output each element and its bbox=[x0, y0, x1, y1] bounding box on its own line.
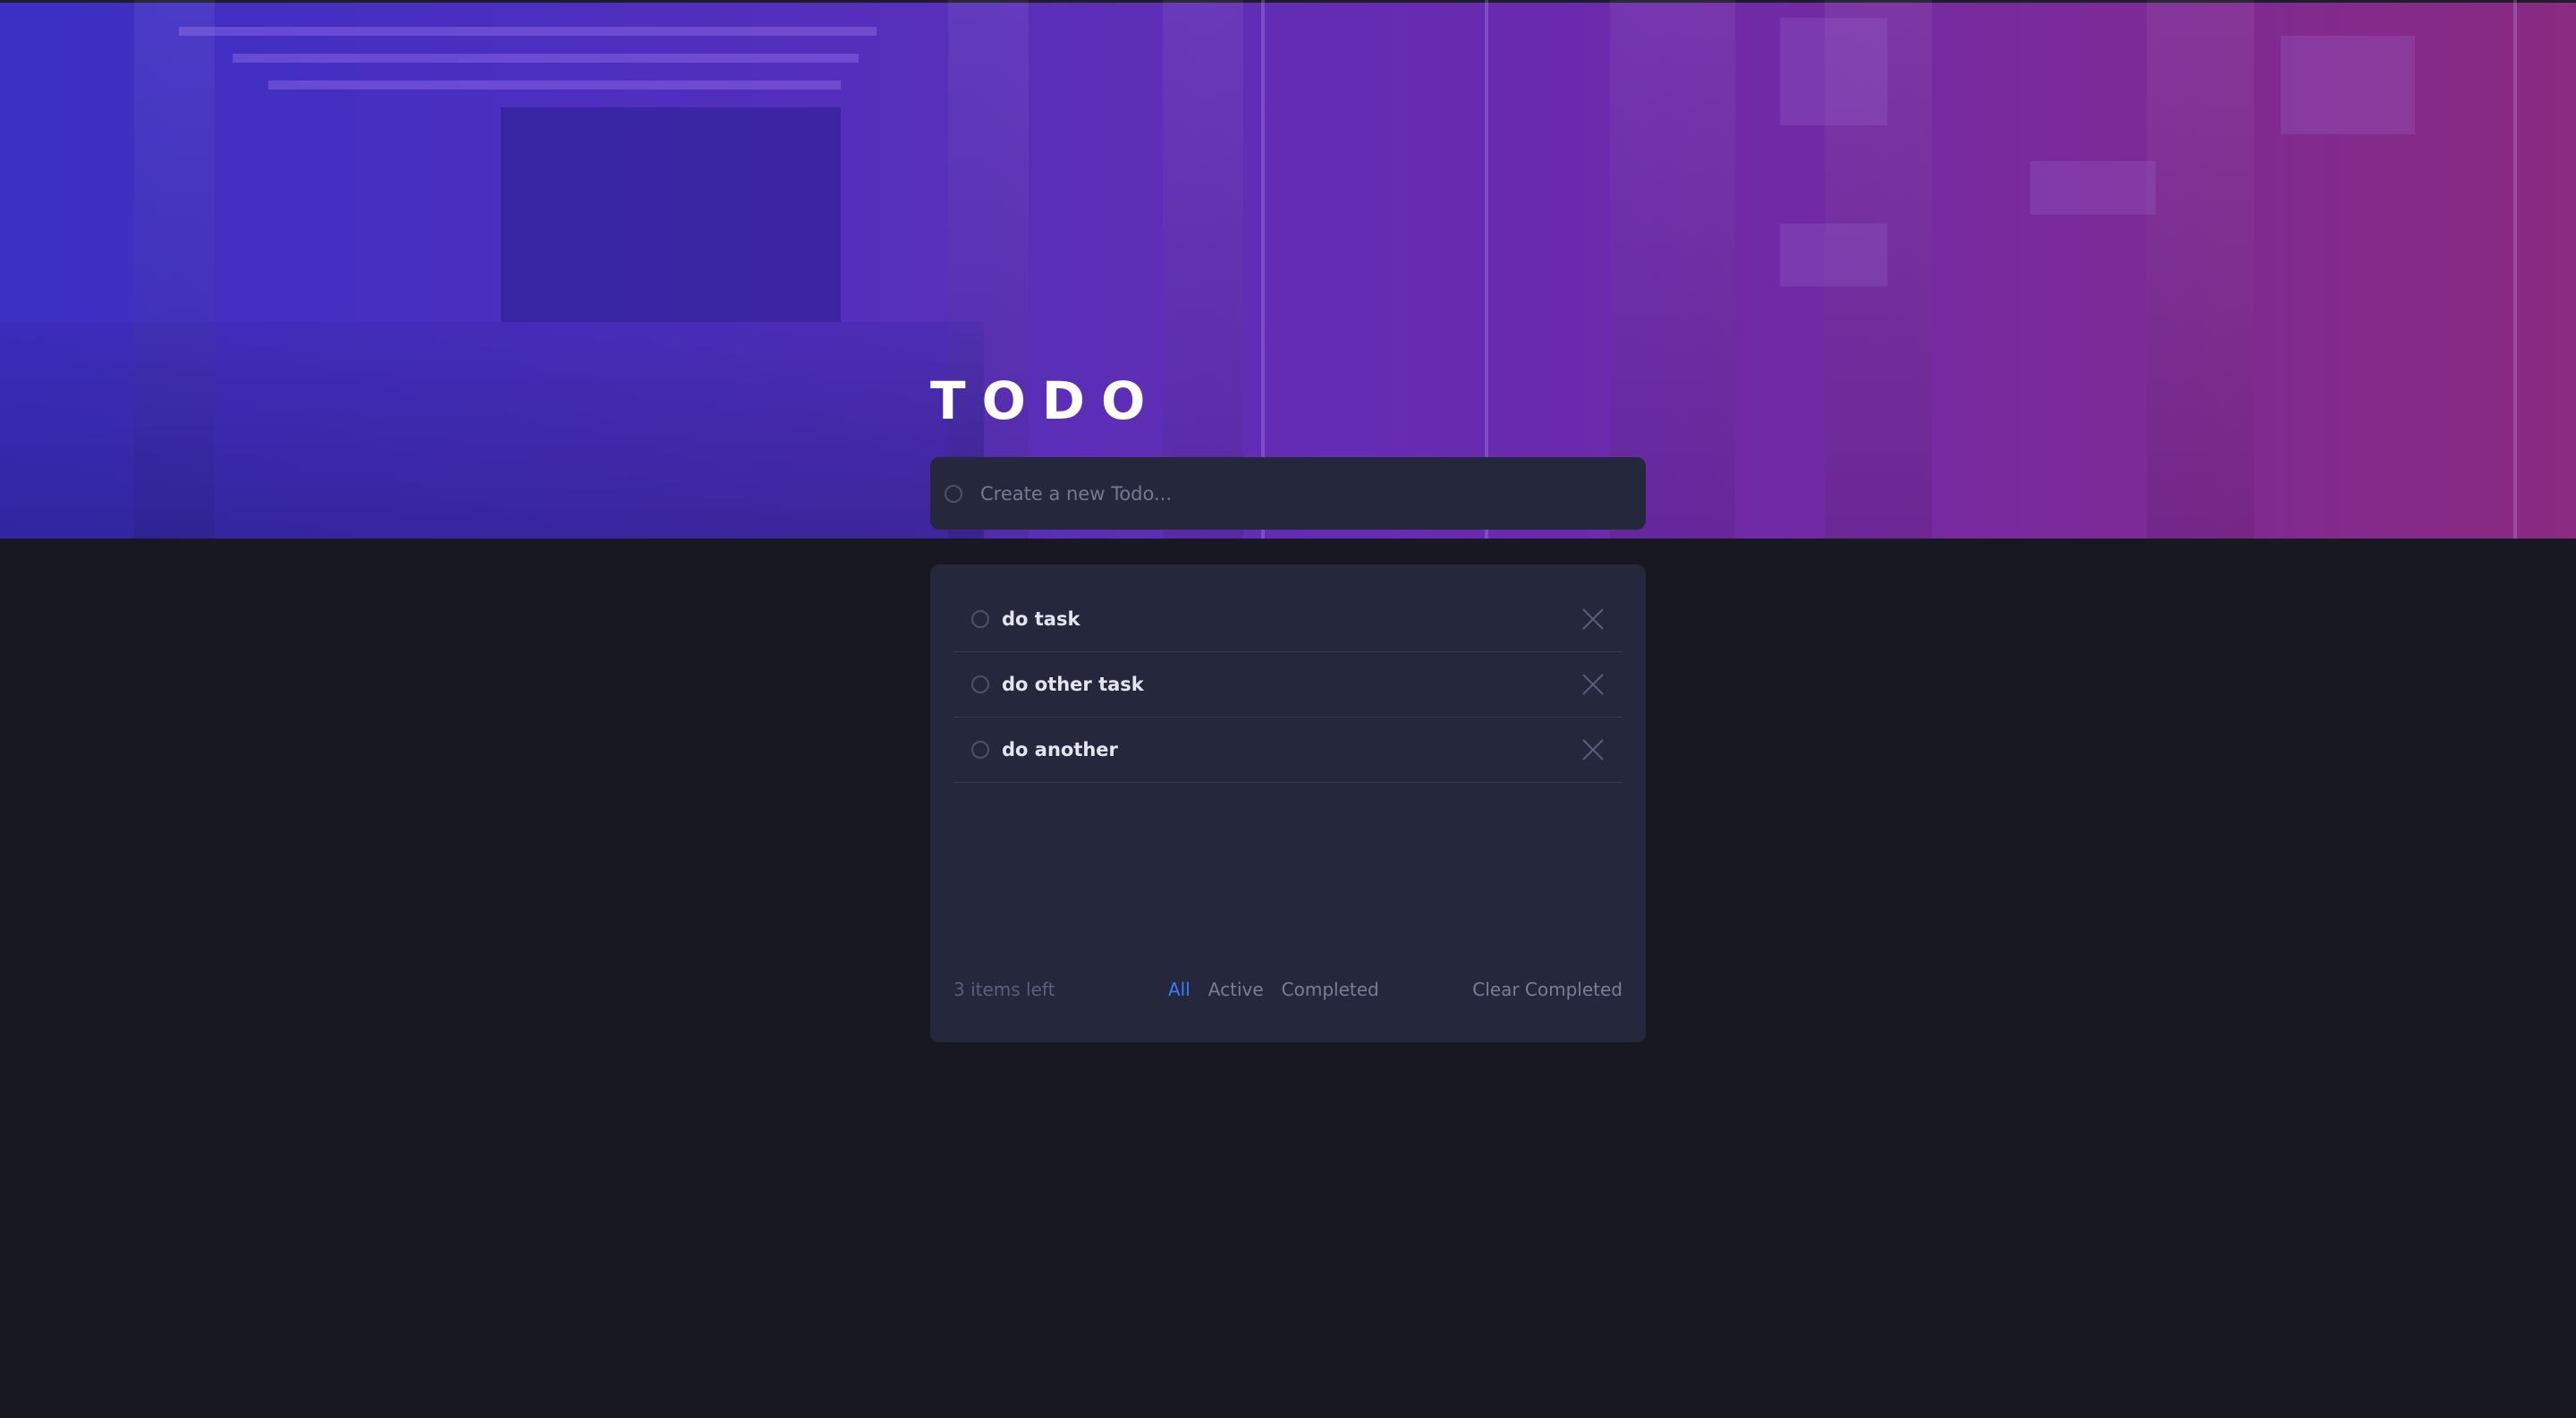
hero-window bbox=[2030, 161, 2156, 215]
hero-pillar bbox=[134, 0, 215, 539]
delete-button[interactable] bbox=[1580, 736, 1606, 763]
todo-text: do another bbox=[1002, 739, 1118, 760]
circle-check-icon[interactable] bbox=[945, 484, 962, 503]
todo-text: do task bbox=[1002, 608, 1080, 630]
hero-beam bbox=[179, 27, 877, 36]
todo-item[interactable]: do another bbox=[953, 717, 1623, 783]
todo-item[interactable]: do other task bbox=[953, 652, 1623, 717]
cross-icon bbox=[1582, 739, 1604, 760]
items-left-count: 3 items left bbox=[953, 979, 1055, 1000]
hero-window bbox=[2281, 36, 2415, 134]
cross-icon bbox=[1582, 674, 1604, 695]
circle-check-icon[interactable] bbox=[971, 610, 989, 628]
filter-all[interactable]: All bbox=[1168, 979, 1191, 1000]
delete-button[interactable] bbox=[1580, 671, 1606, 698]
hero-window bbox=[1780, 18, 1887, 125]
hero-pillar bbox=[2147, 0, 2254, 539]
todo-footer: 3 items left All Active Completed Clear … bbox=[953, 976, 1623, 1003]
filter-completed[interactable]: Completed bbox=[1282, 979, 1379, 1000]
page-title: TODO bbox=[930, 370, 1162, 431]
new-todo-input[interactable] bbox=[979, 481, 1646, 505]
clear-completed-button[interactable]: Clear Completed bbox=[1472, 979, 1623, 1000]
filter-active[interactable]: Active bbox=[1208, 979, 1264, 1000]
hero-window bbox=[1780, 224, 1887, 286]
todo-list: do task do other task do another bbox=[953, 587, 1623, 783]
todo-item[interactable]: do task bbox=[953, 587, 1623, 652]
circle-check-icon[interactable] bbox=[971, 675, 989, 693]
filter-group: All Active Completed bbox=[1168, 979, 1379, 1000]
hero-beam bbox=[268, 81, 841, 89]
todo-text: do other task bbox=[1002, 674, 1144, 695]
cross-icon bbox=[1582, 608, 1604, 630]
circle-check-icon[interactable] bbox=[971, 741, 989, 759]
hero-column-line bbox=[2513, 0, 2517, 539]
todo-list-card: do task do other task do another 3 items… bbox=[930, 565, 1646, 1042]
hero-beam bbox=[233, 54, 859, 63]
new-todo-bar bbox=[930, 457, 1646, 530]
delete-button[interactable] bbox=[1580, 606, 1606, 633]
todo-app: TODO do task do other task bbox=[0, 0, 2576, 1418]
hero-corridor bbox=[501, 107, 841, 322]
